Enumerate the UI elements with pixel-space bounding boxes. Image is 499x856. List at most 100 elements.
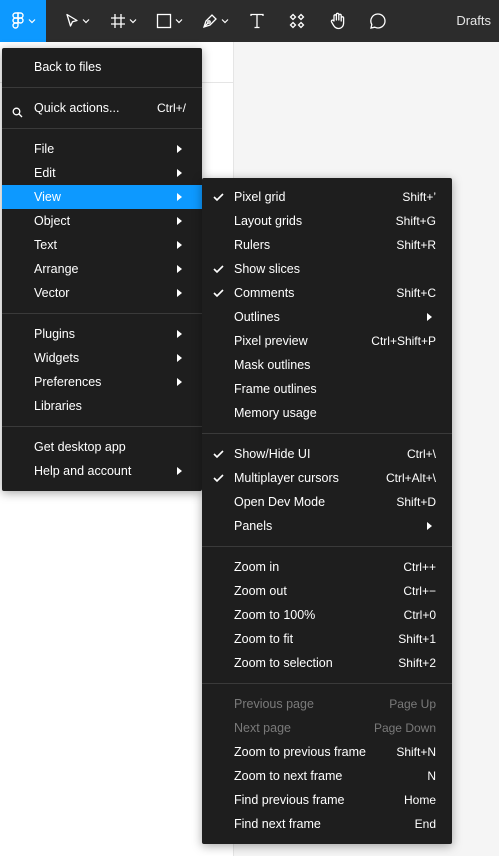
chevron-down-icon (28, 17, 36, 25)
view-item-pixel-grid[interactable]: Pixel grid Shift+’ (202, 185, 452, 209)
chevron-right-icon (427, 522, 432, 530)
view-item-zoom-prev-frame[interactable]: Zoom to previous frame Shift+N (202, 740, 452, 764)
menu-item-label: Zoom out (234, 584, 287, 598)
chevron-down-icon (175, 17, 183, 25)
checkmark-icon (212, 257, 226, 281)
menu-item-libraries[interactable]: Libraries (2, 394, 202, 418)
chevron-down-icon (221, 17, 229, 25)
checkmark-icon (212, 442, 226, 466)
menu-item-label: Memory usage (234, 406, 317, 420)
menu-separator (2, 313, 202, 314)
menu-item-help-and-account[interactable]: Help and account (2, 459, 202, 483)
move-tool-button[interactable] (54, 0, 100, 42)
menu-item-shortcut: Shift+D (396, 495, 436, 509)
view-item-memory-usage[interactable]: Memory usage (202, 401, 452, 425)
view-item-show-slices[interactable]: Show slices (202, 257, 452, 281)
menu-item-label: Outlines (234, 310, 280, 324)
view-item-outlines[interactable]: Outlines (202, 305, 452, 329)
menu-item-label: Back to files (34, 60, 102, 74)
view-item-rulers[interactable]: Rulers Shift+R (202, 233, 452, 257)
view-item-zoom-in[interactable]: Zoom in Ctrl++ (202, 555, 452, 579)
menu-item-shortcut: Ctrl+Shift+P (371, 334, 436, 348)
menu-item-quick-actions[interactable]: Quick actions... Ctrl+/ (2, 96, 202, 120)
menu-item-edit[interactable]: Edit (2, 161, 202, 185)
menu-item-label: Multiplayer cursors (234, 471, 339, 485)
view-item-multiplayer-cursors[interactable]: Multiplayer cursors Ctrl+Alt+\ (202, 466, 452, 490)
frame-tool-button[interactable] (100, 0, 146, 42)
menu-separator (2, 426, 202, 427)
toolbar: Drafts (0, 0, 499, 42)
view-item-zoom-next-frame[interactable]: Zoom to next frame N (202, 764, 452, 788)
shape-tool-button[interactable] (146, 0, 192, 42)
view-item-frame-outlines[interactable]: Frame outlines (202, 377, 452, 401)
menu-item-file[interactable]: File (2, 137, 202, 161)
chevron-down-icon (129, 17, 137, 25)
chevron-right-icon (177, 241, 182, 249)
menu-item-preferences[interactable]: Preferences (2, 370, 202, 394)
view-item-mask-outlines[interactable]: Mask outlines (202, 353, 452, 377)
menu-item-arrange[interactable]: Arrange (2, 257, 202, 281)
menu-item-label: Find next frame (234, 817, 321, 831)
menu-item-label: Next page (234, 721, 291, 735)
hand-tool-button[interactable] (318, 0, 358, 42)
menu-item-shortcut: N (427, 769, 436, 783)
view-item-zoom-out[interactable]: Zoom out Ctrl+− (202, 579, 452, 603)
menu-item-label: Zoom to fit (234, 632, 294, 646)
view-item-previous-page: Previous page Page Up (202, 692, 452, 716)
menu-separator (2, 128, 202, 129)
main-menu-button[interactable] (0, 0, 46, 42)
menu-item-label: Layout grids (234, 214, 303, 228)
view-item-comments[interactable]: Comments Shift+C (202, 281, 452, 305)
menu-item-shortcut: Ctrl++ (403, 560, 436, 574)
menu-item-label: Zoom to selection (234, 656, 333, 670)
menu-item-label: Plugins (34, 327, 75, 341)
main-menu: Back to files Quick actions... Ctrl+/ Fi… (2, 48, 202, 491)
menu-item-widgets[interactable]: Widgets (2, 346, 202, 370)
menu-item-label: Zoom in (234, 560, 280, 574)
menu-item-label: Zoom to previous frame (234, 745, 366, 759)
menu-item-vector[interactable]: Vector (2, 281, 202, 305)
chevron-right-icon (177, 217, 182, 225)
frame-icon (110, 13, 126, 29)
menu-item-plugins[interactable]: Plugins (2, 322, 202, 346)
menu-item-label: Show slices (234, 262, 300, 276)
menu-item-label: Arrange (34, 262, 79, 276)
chevron-right-icon (177, 467, 182, 475)
menu-item-label: Help and account (34, 464, 132, 478)
checkmark-icon (212, 185, 226, 209)
menu-item-get-desktop-app[interactable]: Get desktop app (2, 435, 202, 459)
pen-tool-button[interactable] (192, 0, 238, 42)
view-item-find-prev-frame[interactable]: Find previous frame Home (202, 788, 452, 812)
resources-tool-button[interactable] (276, 0, 318, 42)
menu-item-shortcut: Shift+’ (402, 190, 436, 204)
menu-separator (202, 683, 452, 684)
view-item-zoom-fit[interactable]: Zoom to fit Shift+1 (202, 627, 452, 651)
menu-item-view[interactable]: View (2, 185, 202, 209)
hand-icon (329, 12, 347, 30)
menu-separator (2, 87, 202, 88)
menu-item-back-to-files[interactable]: Back to files (2, 55, 202, 79)
view-item-panels[interactable]: Panels (202, 514, 452, 538)
view-item-find-next-frame[interactable]: Find next frame End (202, 812, 452, 836)
view-item-show-hide-ui[interactable]: Show/Hide UI Ctrl+\ (202, 442, 452, 466)
menu-item-label: Find previous frame (234, 793, 345, 807)
view-item-open-dev-mode[interactable]: Open Dev Mode Shift+D (202, 490, 452, 514)
menu-item-label: Edit (34, 166, 56, 180)
chevron-right-icon (177, 265, 182, 273)
menu-item-label: Zoom to next frame (234, 769, 343, 783)
view-item-pixel-preview[interactable]: Pixel preview Ctrl+Shift+P (202, 329, 452, 353)
menu-item-object[interactable]: Object (2, 209, 202, 233)
menu-item-text[interactable]: Text (2, 233, 202, 257)
menu-item-label: Object (34, 214, 71, 228)
view-item-layout-grids[interactable]: Layout grids Shift+G (202, 209, 452, 233)
text-tool-button[interactable] (238, 0, 276, 42)
menu-item-shortcut: Shift+G (395, 214, 436, 228)
chevron-right-icon (177, 378, 182, 386)
comment-tool-button[interactable] (358, 0, 398, 42)
menu-item-label: Libraries (34, 399, 82, 413)
view-item-zoom-selection[interactable]: Zoom to selection Shift+2 (202, 651, 452, 675)
view-item-zoom-100[interactable]: Zoom to 100% Ctrl+0 (202, 603, 452, 627)
menu-item-label: View (34, 190, 61, 204)
menu-item-shortcut: Ctrl+\ (406, 447, 436, 461)
drafts-label[interactable]: Drafts (456, 0, 491, 42)
